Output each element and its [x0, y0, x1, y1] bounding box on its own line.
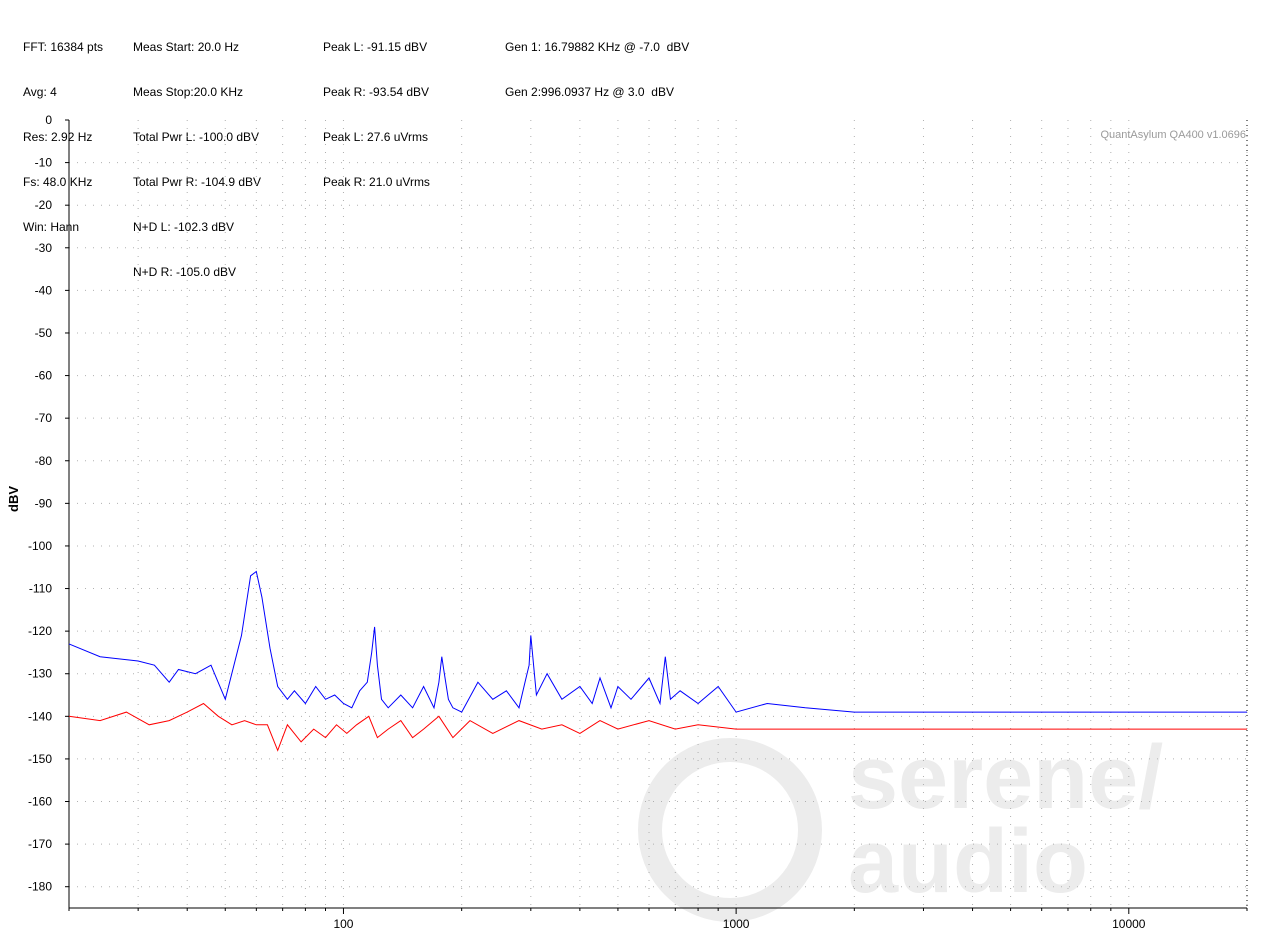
y-tick-label: -180 [28, 880, 52, 894]
x-tick-label: 100 [333, 917, 353, 931]
y-tick-label: -160 [28, 795, 52, 809]
y-tick-label: -30 [35, 241, 53, 255]
y-tick-label: -60 [35, 369, 53, 383]
y-tick-label: 0 [45, 113, 52, 127]
y-tick-label: -20 [35, 198, 53, 212]
x-tick-label: 1000 [723, 917, 750, 931]
y-tick-label: -50 [35, 326, 53, 340]
y-tick-label: -100 [28, 539, 52, 553]
y-tick-label: -130 [28, 667, 52, 681]
y-axis-label: dBV [6, 486, 21, 512]
y-tick-label: -70 [35, 411, 53, 425]
y-tick-label: -120 [28, 624, 52, 638]
logo-swirl [638, 738, 822, 922]
y-tick-label: -170 [28, 837, 52, 851]
y-tick-label: -140 [28, 709, 52, 723]
x-tick-label: 10000 [1112, 917, 1146, 931]
series-line [68, 570, 1247, 713]
y-tick-label: -150 [28, 752, 52, 766]
y-tick-label: -110 [29, 582, 52, 596]
serene-audio-logo: serene/audio [638, 728, 1163, 922]
spectrum-chart: serene/audio 0 -10 -20 -30 -40 -50 -60 -70 -80 -90… [28, 113, 1248, 931]
y-tick-label: -90 [35, 496, 53, 510]
y-tick-label: -10 [35, 156, 53, 170]
version-watermark: QuantAsylum QA400 v1.0696 [1100, 129, 1246, 141]
y-tick-label: -80 [35, 454, 53, 468]
y-tick-label: -40 [35, 283, 53, 297]
logo-word-audio: audio [848, 812, 1088, 912]
